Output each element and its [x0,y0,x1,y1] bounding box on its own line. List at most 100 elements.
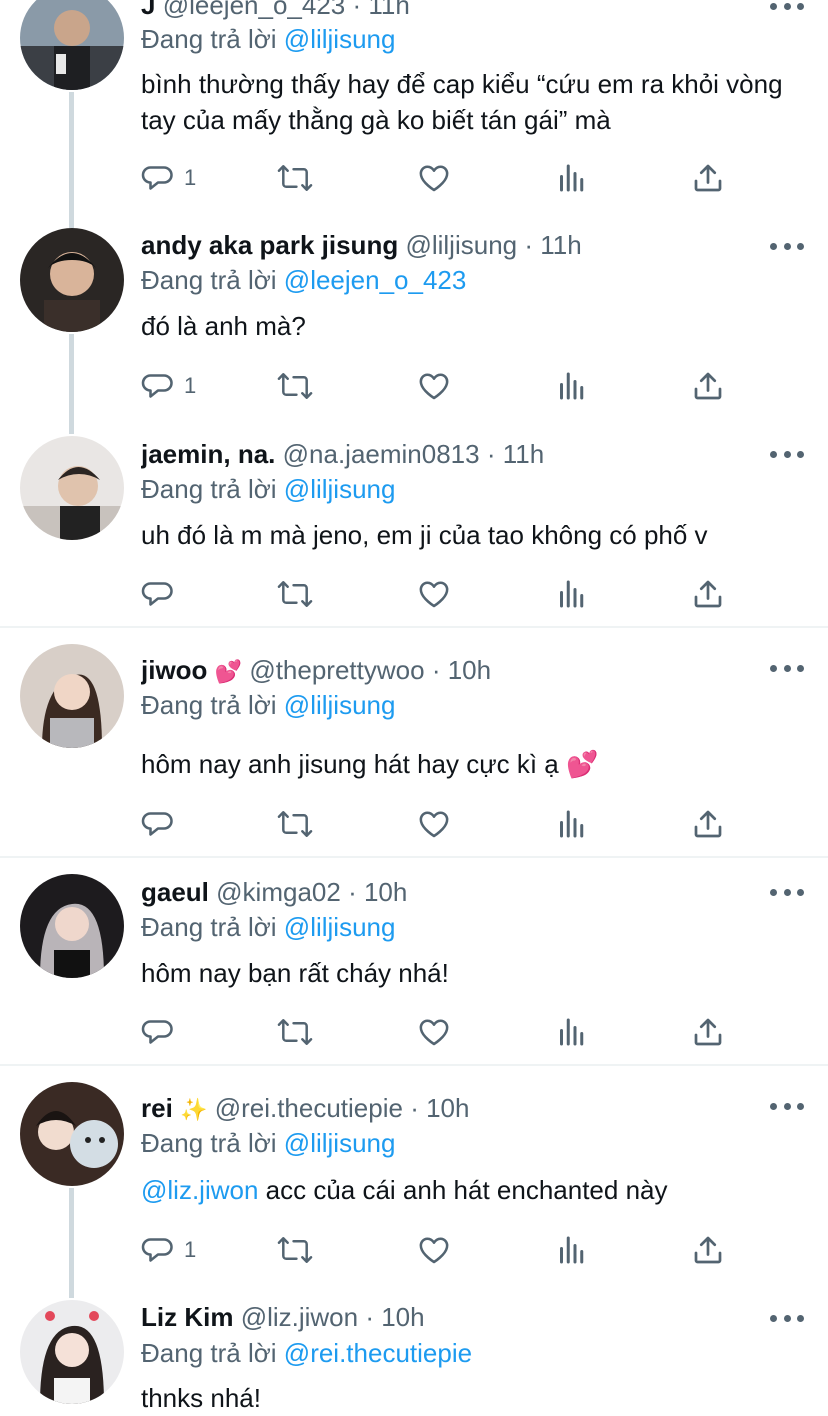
tweet-text-content: acc của cái anh hát enchanted này [258,1175,668,1205]
username[interactable]: @leejen_o_423 [163,0,346,20]
tweet-actions [140,1012,740,1052]
reply-mention-link[interactable]: @liljisung [284,24,396,54]
tweet-item[interactable]: rei ✨ @rei.thecutiepie · 10h Đang trả lờ… [0,1066,828,1292]
tweet-item[interactable]: Liz Kim @liz.jiwon · 10h Đang trả lời @r… [0,1292,828,1413]
display-name[interactable]: gaeul [141,877,209,907]
avatar[interactable] [20,1082,124,1186]
views-button[interactable] [554,1230,590,1270]
more-dots-icon[interactable] [770,658,804,678]
reply-mention-link[interactable]: @liljisung [284,690,396,720]
display-name[interactable]: Liz Kim [141,1302,233,1332]
reply-mention-link[interactable]: @liljisung [284,912,396,942]
display-name[interactable]: andy aka park jisung [141,230,398,260]
like-button[interactable] [416,574,452,614]
retweet-button[interactable] [276,574,314,614]
reply-button[interactable]: 1 [140,1230,196,1270]
reply-mention-link[interactable]: @liljisung [284,1128,396,1158]
username[interactable]: @rei.thecutiepie [215,1093,403,1123]
retweet-button[interactable] [276,366,314,406]
timestamp[interactable]: · 10h [348,877,407,907]
reply-button[interactable] [140,574,184,614]
tweet-item[interactable]: gaeul @kimga02 · 10h Đang trả lời @lilji… [0,858,828,1064]
share-button[interactable] [690,574,726,614]
views-button[interactable] [554,804,590,844]
like-button[interactable] [416,1012,452,1052]
reply-bubble-icon [141,582,173,606]
views-button[interactable] [554,574,590,614]
more-dots-icon[interactable] [770,0,804,16]
timestamp[interactable]: · 11h [524,230,581,260]
views-button[interactable] [554,1012,590,1052]
more-dots-icon[interactable] [770,236,804,256]
tweet-header: jaemin, na. @na.jaemin0813 · 11h [141,437,768,471]
avatar[interactable] [20,874,124,978]
reply-bubble-icon [141,374,173,398]
display-name[interactable]: J [141,0,155,20]
views-button[interactable] [554,158,590,198]
like-button[interactable] [416,1230,452,1270]
username[interactable]: @liz.jiwon [241,1302,358,1332]
tweet-header: Liz Kim @liz.jiwon · 10h [141,1300,768,1334]
timestamp[interactable]: · 11h [487,439,544,469]
display-name[interactable]: rei [141,1093,173,1123]
body-mention-link[interactable]: @liz.jiwon [141,1175,258,1205]
reply-button[interactable] [140,1012,184,1052]
avatar[interactable] [20,228,124,332]
bar-chart-icon [560,372,584,400]
reply-button[interactable] [140,804,184,844]
reply-button[interactable]: 1 [140,158,196,198]
like-button[interactable] [416,804,452,844]
tweet-item[interactable]: jaemin, na. @na.jaemin0813 · 11h Đang tr… [0,422,828,626]
username[interactable]: @theprettywoo [249,655,424,685]
more-dots-icon[interactable] [770,1308,804,1328]
retweet-icon [277,581,313,607]
views-button[interactable] [554,366,590,406]
share-button[interactable] [690,158,726,198]
retweet-button[interactable] [276,1230,314,1270]
retweet-button[interactable] [276,804,314,844]
timestamp[interactable]: · 11h [352,0,409,20]
avatar[interactable] [20,0,124,90]
reply-count: 1 [184,165,197,190]
more-dots-icon[interactable] [770,1096,804,1116]
avatar[interactable] [20,436,124,540]
tweet-actions: 1 [140,366,740,406]
tweet-header: gaeul @kimga02 · 10h [141,875,768,909]
retweet-button[interactable] [276,1012,314,1052]
timestamp[interactable]: · 10h [432,655,491,685]
replying-to: Đang trả lời @liljisung [141,1128,396,1158]
tweet-item[interactable]: andy aka park jisung @liljisung · 11h Đa… [0,214,828,422]
reply-mention-link[interactable]: @rei.thecutiepie [284,1338,472,1368]
avatar[interactable] [20,1300,124,1404]
replying-to: Đang trả lời @leejen_o_423 [141,265,467,295]
more-dots-icon[interactable] [770,444,804,464]
display-name[interactable]: jaemin, na. [141,439,275,469]
username[interactable]: @kimga02 [216,877,341,907]
username[interactable]: @liljisung [405,230,517,260]
more-dots-icon[interactable] [770,882,804,902]
share-upload-icon [694,580,722,608]
timestamp[interactable]: · 10h [410,1093,469,1123]
username[interactable]: @na.jaemin0813 [283,439,480,469]
tweet-text: @liz.jiwon acc của cái anh hát enchanted… [141,1172,798,1208]
share-button[interactable] [690,1012,726,1052]
reply-mention-link[interactable]: @liljisung [284,474,396,504]
bar-chart-icon [560,810,584,838]
timestamp[interactable]: · 10h [365,1302,424,1332]
replying-to: Đang trả lời @liljisung [141,690,396,720]
like-button[interactable] [416,158,452,198]
name-emoji: 💕 [214,659,243,684]
avatar[interactable] [20,644,124,748]
tweet-header: J @leejen_o_423 · 11h [141,0,768,22]
like-button[interactable] [416,366,452,406]
tweet-item[interactable]: J @leejen_o_423 · 11h Đang trả lời @lilj… [0,0,828,214]
tweet-item[interactable]: jiwoo 💕 @theprettywoo · 10h Đang trả lời… [0,628,828,856]
display-name[interactable]: jiwoo [141,655,207,685]
reply-mention-link[interactable]: @leejen_o_423 [284,265,467,295]
reply-button[interactable]: 1 [140,366,196,406]
share-button[interactable] [690,1230,726,1270]
reply-thread-feed: J @leejen_o_423 · 11h Đang trả lời @lilj… [0,0,828,1413]
share-button[interactable] [690,366,726,406]
share-button[interactable] [690,804,726,844]
retweet-button[interactable] [276,158,314,198]
